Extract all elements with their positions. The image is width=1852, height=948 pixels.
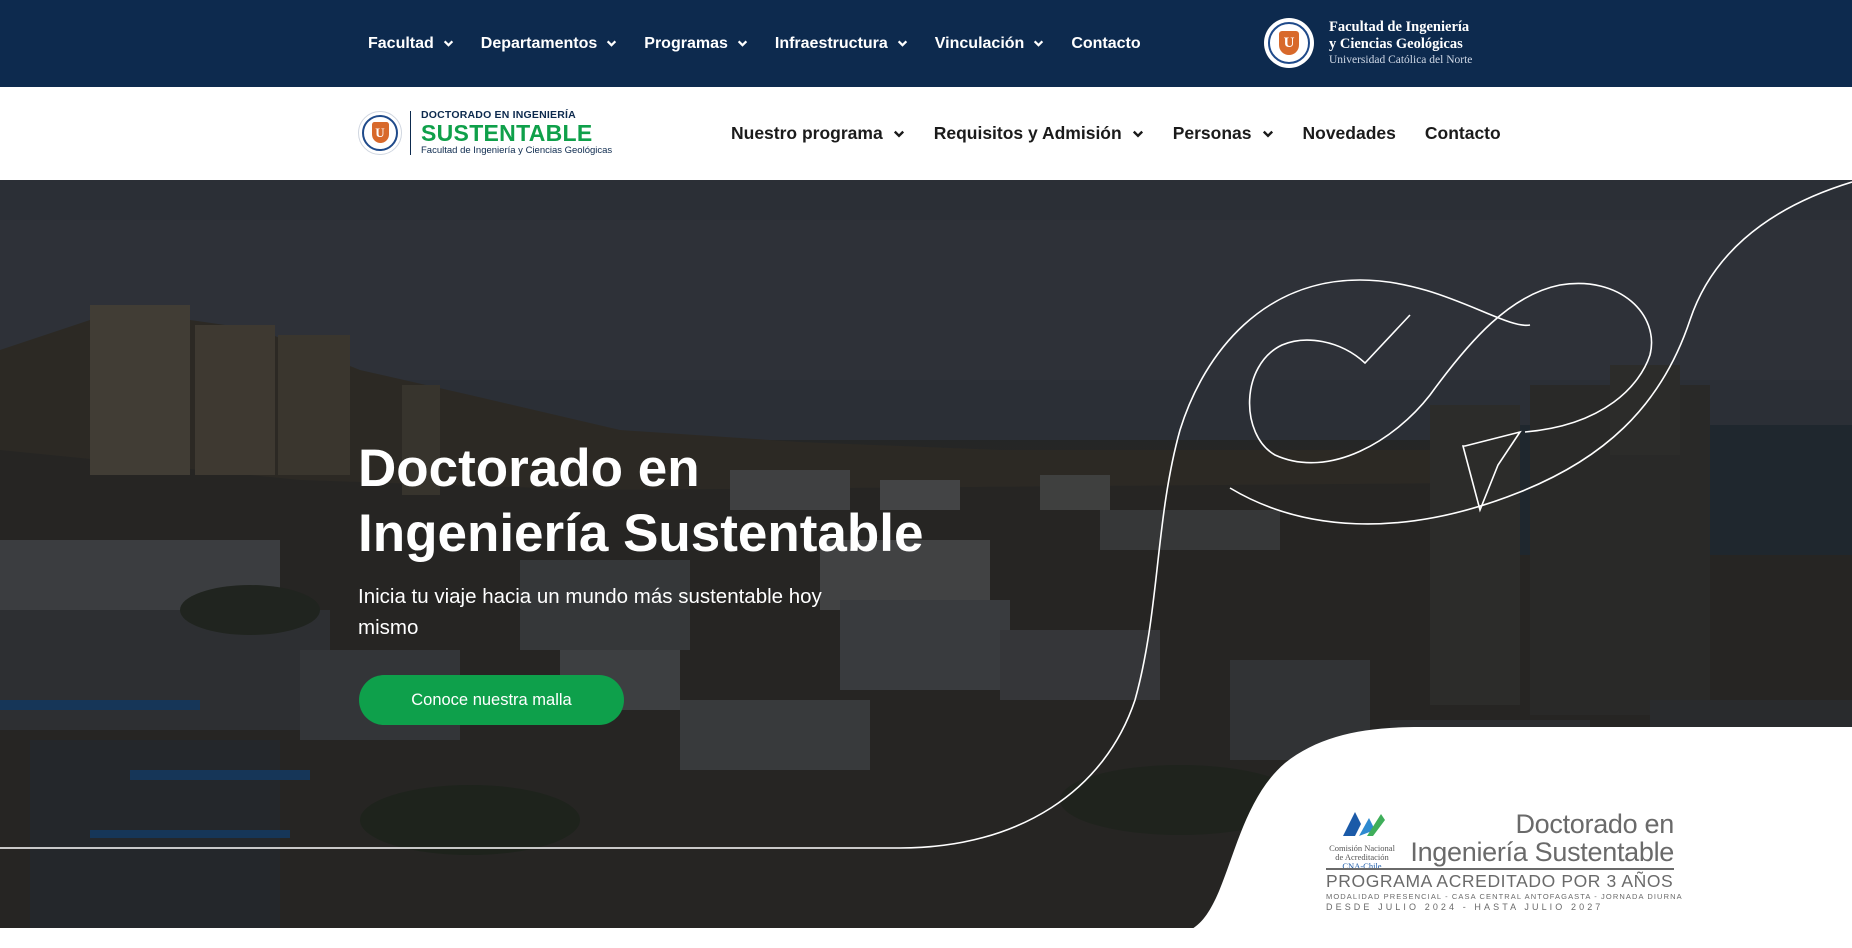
cta-conoce-malla-button[interactable]: Conoce nuestra malla (359, 675, 624, 725)
chevron-down-icon (897, 38, 908, 49)
faculty-logo-link[interactable]: U Facultad de Ingeniería y Ciencias Geol… (1264, 15, 1472, 71)
hero-title-line2: Ingeniería Sustentable (358, 504, 924, 563)
university-seal-icon: U (358, 110, 402, 155)
accreditation-title-line2: Ingeniería Sustentable (1410, 837, 1674, 867)
nav-item-novedades[interactable]: Novedades (1303, 123, 1396, 144)
hero-subtitle: Inicia tu viaje hacia un mundo más suste… (358, 585, 822, 639)
program-logo-line3: Facultad de Ingeniería y Ciencias Geológ… (421, 145, 613, 156)
topnav-item-vinculacion[interactable]: Vinculación (935, 35, 1045, 53)
nav-item-label: Novedades (1302, 123, 1396, 143)
topnav-item-infraestructura[interactable]: Infraestructura (775, 35, 908, 53)
accreditation-divider (1326, 868, 1674, 870)
accreditation-years: PROGRAMA ACREDITADO POR 3 AÑOS (1326, 871, 1674, 891)
topnav-item-label: Vinculación (934, 34, 1025, 52)
chevron-down-icon (606, 38, 617, 49)
faculty-topbar: Facultad Departamentos Programas Infraes… (0, 0, 1852, 87)
topnav-item-programas[interactable]: Programas (644, 35, 748, 53)
cna-logo-icon (1343, 812, 1385, 836)
nav-item-label: Personas (1172, 123, 1252, 143)
chevron-down-icon (443, 38, 454, 49)
hero-title: Doctorado en Ingeniería Sustentable (358, 436, 978, 566)
hero-section: Doctorado en Ingeniería Sustentable Inic… (0, 180, 1852, 928)
seal-letter: U (1279, 31, 1299, 55)
program-logo-text: DOCTORADO EN INGENIERÍA SUSTENTABLE Facu… (421, 109, 612, 156)
nav-item-personas[interactable]: Personas (1173, 123, 1274, 144)
faculty-name: Facultad de Ingeniería y Ciencias Geológ… (1329, 19, 1472, 68)
topnav-item-label: Facultad (368, 34, 434, 52)
topnav-item-contacto[interactable]: Contacto (1071, 35, 1140, 53)
accreditation-badge: Comisión Nacional de Acreditación CNA-Ch… (1318, 802, 1682, 912)
university-seal-icon: U (1264, 18, 1314, 68)
faculty-nav: Facultad Departamentos Programas Infraes… (368, 0, 1168, 87)
program-logo-line2: SUSTENTABLE (421, 120, 593, 146)
nav-item-nuestro-programa[interactable]: Nuestro programa (731, 123, 905, 144)
program-logo-link[interactable]: U DOCTORADO EN INGENIERÍA SUSTENTABLE Fa… (358, 109, 612, 156)
program-nav: Nuestro programa Requisitos y Admisión P… (731, 87, 1530, 180)
program-header: U DOCTORADO EN INGENIERÍA SUSTENTABLE Fa… (0, 87, 1852, 180)
topnav-item-facultad[interactable]: Facultad (368, 35, 454, 53)
seal-letter: U (371, 122, 389, 143)
nav-item-label: Requisitos y Admisión (933, 123, 1122, 143)
chevron-down-icon (737, 38, 748, 49)
topnav-item-label: Contacto (1071, 34, 1141, 52)
nav-item-requisitos[interactable]: Requisitos y Admisión (934, 123, 1144, 144)
cna-logo: Comisión Nacional de Acreditación CNA-Ch… (1326, 810, 1398, 871)
university-name: Universidad Católica del Norte (1329, 53, 1473, 66)
faculty-name-line2: y Ciencias Geológicas (1329, 35, 1463, 52)
chevron-down-icon (1262, 128, 1274, 140)
nav-item-label: Nuestro programa (731, 123, 883, 143)
accreditation-dates: DESDE JULIO 2024 - HASTA JULIO 2027 (1326, 902, 1604, 912)
accreditation-title-line1: Doctorado en (1515, 809, 1674, 839)
accreditation-modality: MODALIDAD PRESENCIAL - CASA CENTRAL ANTO… (1326, 892, 1683, 901)
nav-item-contacto[interactable]: Contacto (1425, 123, 1501, 144)
cna-label: Comisión Nacional de Acreditación (1329, 843, 1395, 862)
logo-divider (410, 110, 411, 155)
chevron-down-icon (893, 128, 905, 140)
chevron-down-icon (1033, 38, 1044, 49)
nav-item-label: Contacto (1424, 123, 1501, 143)
chevron-down-icon (1132, 128, 1144, 140)
topnav-item-departamentos[interactable]: Departamentos (481, 35, 617, 53)
hero-title-line1: Doctorado en (358, 439, 700, 498)
faculty-name-line1: Facultad de Ingeniería (1329, 18, 1470, 35)
accreditation-title: Doctorado en Ingeniería Sustentable (1410, 810, 1674, 866)
topnav-item-label: Departamentos (480, 34, 598, 52)
topnav-item-label: Programas (644, 34, 728, 52)
topnav-item-label: Infraestructura (774, 34, 888, 52)
